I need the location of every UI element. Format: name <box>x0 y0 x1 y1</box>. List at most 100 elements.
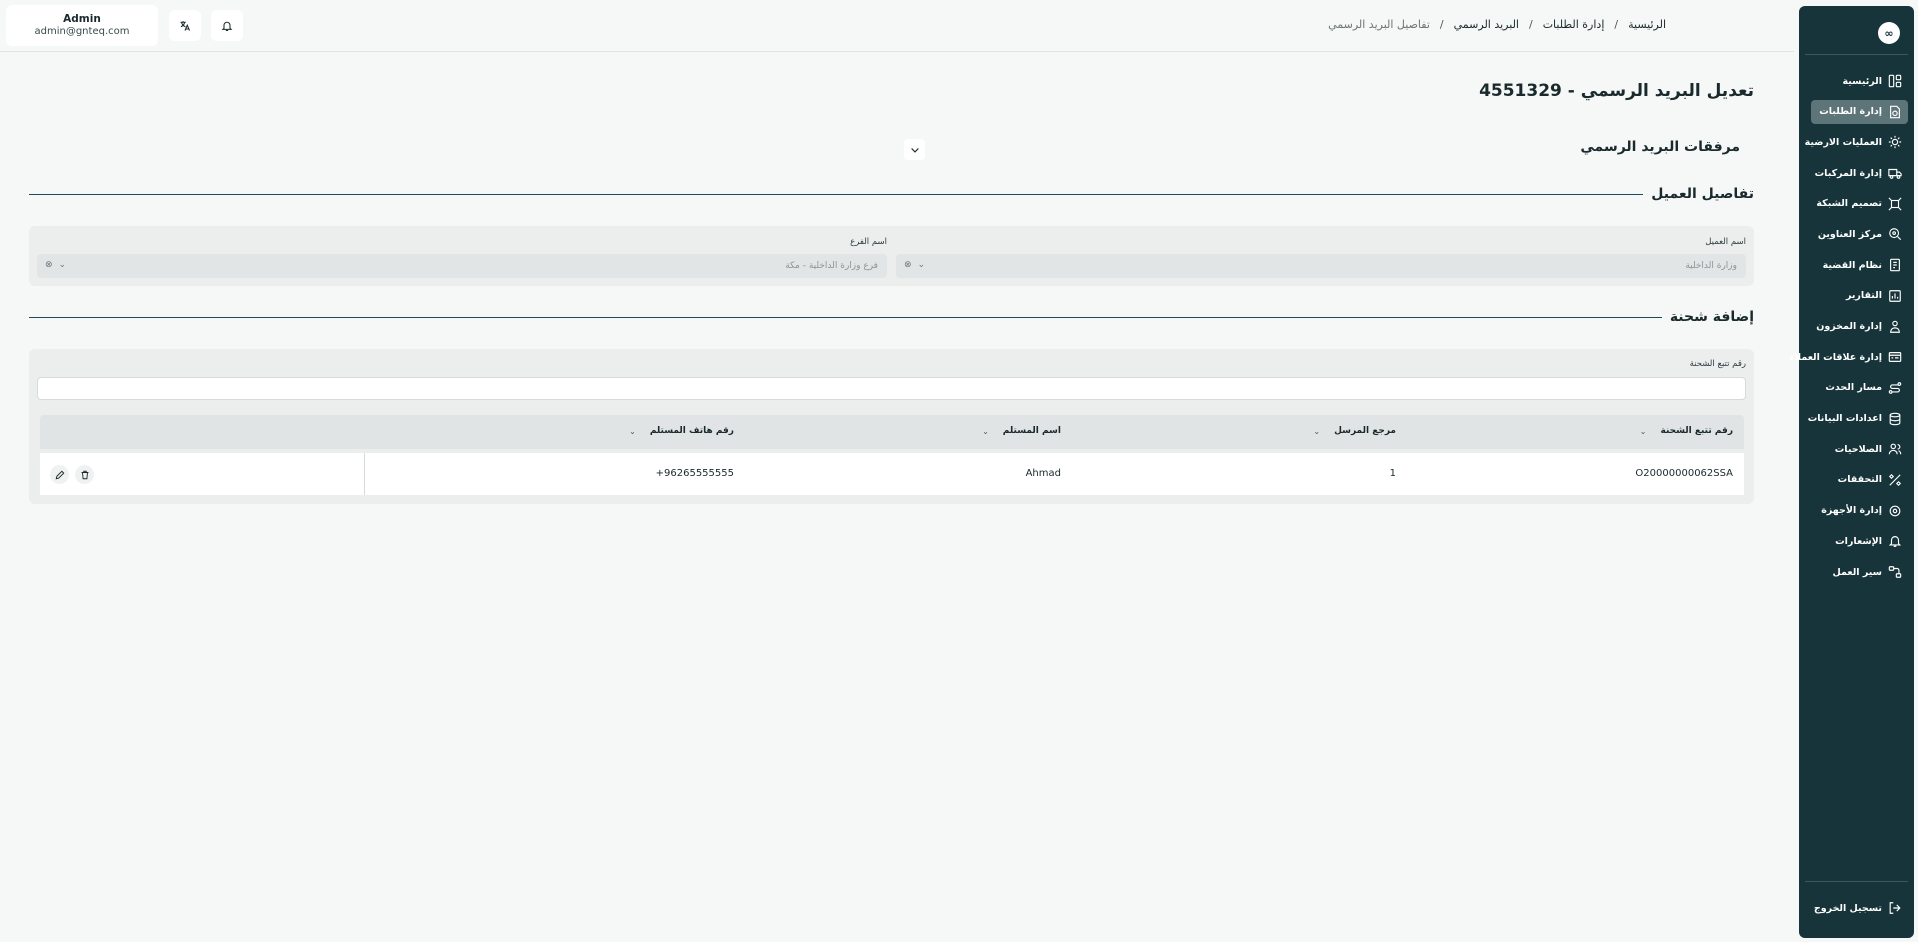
clear-icon[interactable]: ⊗ <box>904 260 912 270</box>
client-details-card: اسم العميل وزارة الداخلية ⌄ ⊗ اسم الفرع … <box>29 226 1754 286</box>
logout-icon <box>1889 902 1901 914</box>
sidebar-item-label: إدارة الأجهزة <box>1821 505 1882 517</box>
row-actions <box>40 453 365 495</box>
column-label: رقم تتبع الشحنة <box>1660 426 1733 436</box>
route-icon <box>1888 382 1902 394</box>
edit-button[interactable] <box>50 465 69 484</box>
address-icon <box>1889 228 1902 241</box>
bell-icon <box>1888 536 1902 548</box>
client-name-value: وزارة الداخلية <box>1685 261 1737 271</box>
column-label: اسم المستلم <box>1002 426 1061 436</box>
users-icon <box>1888 443 1902 455</box>
sidebar-item-label: الإشعارات <box>1835 535 1882 547</box>
network-icon <box>1888 197 1902 211</box>
column-header-sender-ref[interactable]: مرجع المرسل ⌄ <box>1313 426 1396 436</box>
sidebar-item-label: الرئيسية <box>1842 75 1882 87</box>
breadcrumb-home[interactable]: الرئيسية <box>1628 18 1666 31</box>
sidebar-divider <box>1805 54 1908 55</box>
sidebar-item-vehicles[interactable]: إدارة المركبات <box>1811 161 1908 185</box>
sidebar-item-label: التحققات <box>1837 474 1882 486</box>
sidebar-item-network[interactable]: تصميم الشبكة <box>1811 192 1908 216</box>
breadcrumb: الرئيسية / إدارة الطلبات / البريد الرسمي… <box>1328 18 1666 31</box>
breadcrumb-separator: / <box>1614 18 1619 31</box>
delete-button[interactable] <box>75 465 94 484</box>
sidebar-item-crm[interactable]: إدارة علاقات العملاء <box>1789 345 1908 369</box>
sidebar-item-label: إدارة المخزون <box>1816 321 1882 332</box>
column-header-receiver-phone[interactable]: رقم هاتف المستلم ⌄ <box>629 426 734 436</box>
sidebar-item-label: مسار الحدث <box>1825 382 1882 394</box>
breadcrumb-requests[interactable]: إدارة الطلبات <box>1543 18 1605 31</box>
sidebar-item-workflow[interactable]: سير العمل <box>1811 560 1908 584</box>
sidebar-item-reports[interactable]: التقارير <box>1811 284 1908 308</box>
sort-chevron-icon[interactable]: ⌄ <box>982 427 989 436</box>
sidebar-item-route[interactable]: مسار الحدث <box>1811 376 1908 400</box>
crm-icon <box>1888 352 1902 363</box>
cell-tracking: O20000000062SSA <box>1635 468 1733 479</box>
branch-name-label: اسم الفرع <box>850 237 887 247</box>
dashboard-icon <box>1888 74 1902 88</box>
tools-icon <box>1888 473 1902 486</box>
chevron-down-icon <box>910 147 919 153</box>
user-name: Admin <box>63 13 101 25</box>
sidebar-item-case[interactable]: نظام القضية <box>1811 253 1908 277</box>
sidebar-item-inventory[interactable]: إدارة المخزون <box>1811 315 1908 339</box>
sidebar-item-ground-ops[interactable]: العمليات الارضية <box>1805 130 1908 154</box>
sidebar-item-label: نظام القضية <box>1822 259 1882 271</box>
sidebar-item-label: سير العمل <box>1832 566 1882 578</box>
sidebar-divider <box>1805 881 1908 882</box>
select-controls: ⌄ ⊗ <box>45 260 66 270</box>
sidebar-item-requests[interactable]: إدارة الطلبات <box>1811 99 1908 124</box>
sidebar-item-notifications[interactable]: الإشعارات <box>1811 529 1908 553</box>
sidebar-item-devices[interactable]: إدارة الأجهزة <box>1811 499 1908 523</box>
app-logo[interactable]: ∞ <box>1878 22 1900 44</box>
table-row[interactable]: O20000000062SSA 1 Ahmad +96265555555 <box>40 453 1744 495</box>
table-header: رقم تتبع الشحنة ⌄ مرجع المرسل ⌄ اسم المس… <box>40 415 1744 449</box>
sidebar-item-label: التقارير <box>1845 290 1882 302</box>
device-icon <box>1889 505 1901 517</box>
logout-label: تسجيل الخروج <box>1813 902 1882 914</box>
client-name-select[interactable]: وزارة الداخلية ⌄ ⊗ <box>896 254 1746 278</box>
sidebar-item-home[interactable]: الرئيسية <box>1811 69 1908 93</box>
top-bar: Admin admin@gnteq.com الرئيسية / إدارة ا… <box>0 0 1794 52</box>
trash-icon <box>81 470 88 479</box>
section-divider <box>29 193 1644 195</box>
language-button[interactable] <box>169 10 201 41</box>
column-label: رقم هاتف المستلم <box>649 426 734 436</box>
sort-chevron-icon[interactable]: ⌄ <box>629 427 636 436</box>
chevron-down-icon[interactable]: ⌄ <box>59 260 67 270</box>
page-title: تعديل البريد الرسمي - 4551329 <box>1479 81 1754 101</box>
sort-chevron-icon[interactable]: ⌄ <box>1640 427 1647 436</box>
user-menu[interactable]: Admin admin@gnteq.com <box>6 5 158 46</box>
add-shipment-header: إضافة شحنة <box>29 307 1754 327</box>
branch-name-value: فرع وزارة الداخلية - مكة <box>785 261 878 271</box>
logout-button[interactable]: تسجيل الخروج <box>1811 896 1908 920</box>
column-label: مرجع المرسل <box>1334 426 1396 436</box>
branch-name-select[interactable]: فرع وزارة الداخلية - مكة ⌄ ⊗ <box>37 254 887 278</box>
attachments-toggle-button[interactable] <box>904 139 925 160</box>
shipments-table: رقم تتبع الشحنة ⌄ مرجع المرسل ⌄ اسم المس… <box>40 415 1744 497</box>
sidebar-item-label: إدارة المركبات <box>1814 167 1882 179</box>
sort-chevron-icon[interactable]: ⌄ <box>1313 427 1320 436</box>
pencil-icon <box>55 470 64 479</box>
sidebar-item-label: اعدادات البيانات <box>1807 413 1882 425</box>
sidebar-item-label: مركز العناوين <box>1817 228 1882 240</box>
breadcrumb-mail[interactable]: البريد الرسمي <box>1454 18 1519 31</box>
client-details-header: تفاصيل العميل <box>29 184 1754 204</box>
notifications-button[interactable] <box>211 10 243 41</box>
inventory-icon <box>1890 320 1900 333</box>
translate-icon <box>180 20 190 31</box>
sidebar-item-data-settings[interactable]: اعدادات البيانات <box>1807 407 1908 431</box>
chevron-down-icon[interactable]: ⌄ <box>918 260 926 270</box>
sidebar-item-label: إدارة الطلبات <box>1819 106 1882 118</box>
tracking-number-input[interactable] <box>37 377 1746 400</box>
column-header-receiver-name[interactable]: اسم المستلم ⌄ <box>982 426 1061 436</box>
breadcrumb-separator: / <box>1439 18 1444 31</box>
clear-icon[interactable]: ⊗ <box>45 260 53 270</box>
column-header-tracking[interactable]: رقم تتبع الشحنة ⌄ <box>1640 426 1733 436</box>
section-title: إضافة شحنة <box>1669 309 1754 325</box>
cell-receiver-phone: +96265555555 <box>655 468 734 479</box>
sidebar-item-permissions[interactable]: الصلاحيات <box>1811 437 1908 461</box>
sidebar-item-address[interactable]: مركز العناوين <box>1811 222 1908 246</box>
sidebar-item-verifications[interactable]: التحققات <box>1811 468 1908 492</box>
sidebar-item-label: الصلاحيات <box>1834 443 1882 455</box>
